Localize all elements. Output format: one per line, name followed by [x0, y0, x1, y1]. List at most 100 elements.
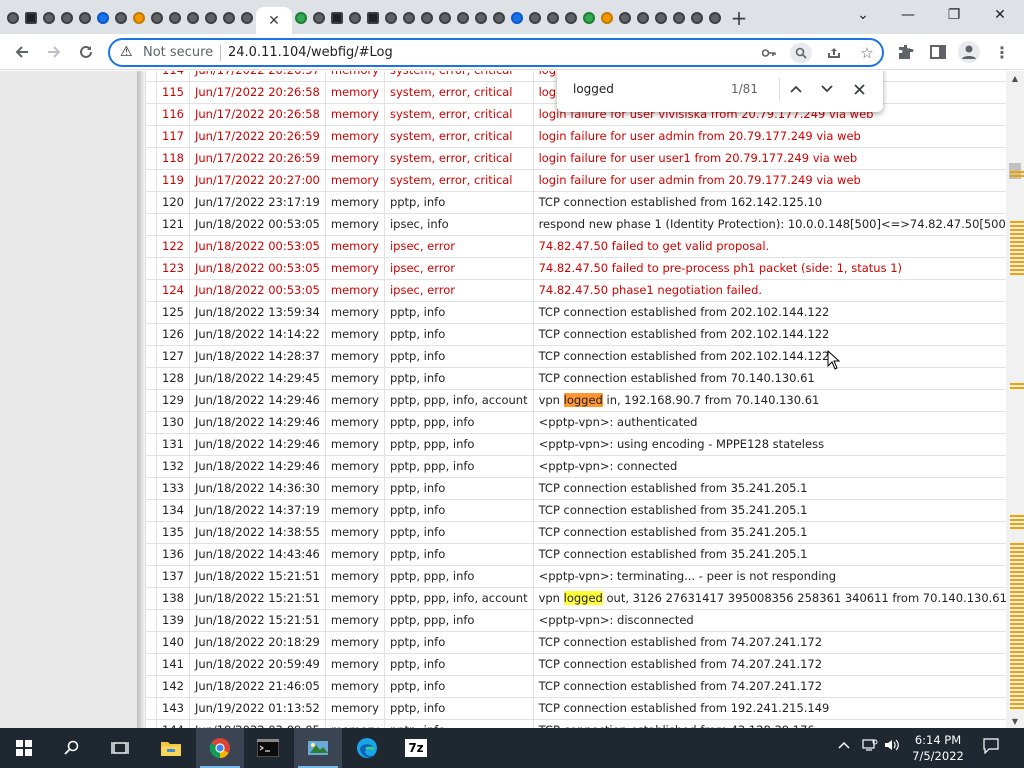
new-tab-button[interactable]: +: [724, 6, 754, 30]
vertical-scrollbar[interactable]: ▲ ▼: [1006, 71, 1024, 728]
tab-favicon[interactable]: [418, 6, 436, 30]
tab-favicon[interactable]: [40, 6, 58, 30]
tab-favicon[interactable]: [652, 6, 670, 30]
system-clock[interactable]: 6:14 PM 7/5/2022: [906, 732, 970, 764]
tab-favicon[interactable]: [202, 6, 220, 30]
tab-favicon[interactable]: [436, 6, 454, 30]
restore-button[interactable]: ❐: [931, 0, 977, 30]
log-row[interactable]: 136 Jun/18/2022 14:43:46 memory pptp, info T…: [145, 543, 1024, 566]
notifications-icon[interactable]: [983, 738, 999, 758]
tab-favicon[interactable]: [22, 6, 40, 30]
log-row[interactable]: 139 Jun/18/2022 15:21:51 memory pptp, ppp, …: [145, 609, 1024, 632]
tab-favicon[interactable]: [220, 6, 238, 30]
minimize-button[interactable]: —: [885, 0, 931, 30]
tab-favicon[interactable]: [706, 6, 724, 30]
log-row[interactable]: 122 Jun/18/2022 00:53:05 memory ipsec, erro…: [145, 235, 1024, 258]
find-input[interactable]: logged: [573, 82, 614, 96]
show-hidden-icons-chevron-icon[interactable]: [838, 738, 850, 753]
tab-favicon[interactable]: [184, 6, 202, 30]
tab-favicon[interactable]: [508, 6, 526, 30]
close-window-button[interactable]: ✕: [977, 0, 1023, 30]
tab-favicon[interactable]: [598, 6, 616, 30]
tab-favicon[interactable]: [472, 6, 490, 30]
tab-favicon[interactable]: [292, 6, 310, 30]
tab-favicon[interactable]: [58, 6, 76, 30]
scroll-down-arrow-icon[interactable]: ▼: [1006, 714, 1024, 728]
tab-favicon[interactable]: [364, 6, 382, 30]
share-icon[interactable]: [823, 43, 845, 63]
find-previous-button[interactable]: [785, 79, 807, 99]
chrome-taskbar-button[interactable]: [196, 728, 244, 768]
file-explorer-button[interactable]: [147, 728, 195, 768]
tab-favicon[interactable]: [454, 6, 472, 30]
tab-favicon[interactable]: [328, 6, 346, 30]
find-close-button[interactable]: [848, 79, 870, 99]
tab-favicon[interactable]: [310, 6, 328, 30]
log-row[interactable]: 119 Jun/17/2022 20:27:00 memory system, err…: [145, 169, 1024, 192]
start-button[interactable]: [0, 728, 48, 768]
terminal-button[interactable]: [244, 728, 292, 768]
url-text[interactable]: 24.0.11.104/webfig/#Log: [228, 45, 393, 60]
log-row[interactable]: 137 Jun/18/2022 15:21:51 memory pptp, ppp, …: [145, 565, 1024, 588]
volume-icon[interactable]: [884, 738, 900, 756]
tab-favicon[interactable]: [130, 6, 148, 30]
tab-favicon[interactable]: [112, 6, 130, 30]
log-row[interactable]: 121 Jun/18/2022 00:53:05 memory ipsec, info…: [145, 213, 1024, 236]
log-row[interactable]: 132 Jun/18/2022 14:29:46 memory pptp, ppp, …: [145, 455, 1024, 478]
log-row[interactable]: 127 Jun/18/2022 14:28:37 memory pptp, info T…: [145, 345, 1024, 368]
log-row[interactable]: 134 Jun/18/2022 14:37:19 memory pptp, info T…: [145, 499, 1024, 522]
tab-favicon[interactable]: [76, 6, 94, 30]
tab-favicon[interactable]: [94, 6, 112, 30]
extensions-icon[interactable]: [894, 41, 918, 63]
log-row[interactable]: 129 Jun/18/2022 14:29:46 memory pptp, ppp, …: [145, 389, 1024, 412]
find-next-button[interactable]: [816, 79, 838, 99]
log-row[interactable]: 144Jun/19/2022 03:09:05memorypptp, infoT…: [145, 719, 1024, 728]
log-row[interactable]: 140 Jun/18/2022 20:18:29 memory pptp, info T…: [145, 631, 1024, 654]
bookmark-star-icon[interactable]: ☆: [856, 43, 878, 63]
find-in-page-icon[interactable]: [790, 43, 812, 63]
log-row[interactable]: 135 Jun/18/2022 14:38:55 memory pptp, info T…: [145, 521, 1024, 544]
key-icon[interactable]: [758, 43, 780, 63]
log-row[interactable]: 123 Jun/18/2022 00:53:05 memory ipsec, erro…: [145, 257, 1024, 280]
network-status-icon[interactable]: [862, 738, 878, 756]
tab-favicon[interactable]: [670, 6, 688, 30]
tab-favicon[interactable]: [148, 6, 166, 30]
side-panel-icon[interactable]: [926, 41, 950, 63]
log-row[interactable]: 143 Jun/19/2022 01:13:52 memory pptp, info T…: [145, 697, 1024, 720]
log-row[interactable]: 126 Jun/18/2022 14:14:22 memory pptp, info T…: [145, 323, 1024, 346]
log-row[interactable]: 130 Jun/18/2022 14:29:46 memory pptp, ppp, …: [145, 411, 1024, 434]
log-row[interactable]: 131 Jun/18/2022 14:29:46 memory pptp, ppp, …: [145, 433, 1024, 456]
tab-favicon[interactable]: [526, 6, 544, 30]
search-button[interactable]: [48, 728, 96, 768]
tab-favicon[interactable]: [4, 6, 22, 30]
log-row[interactable]: 138 Jun/18/2022 15:21:51 memory pptp, ppp, …: [145, 587, 1024, 610]
tab-favicon[interactable]: [346, 6, 364, 30]
browser-menu-icon[interactable]: ⋮: [990, 41, 1014, 63]
tab-favicon[interactable]: [490, 6, 508, 30]
warning-icon[interactable]: ⚠: [120, 44, 133, 60]
back-button[interactable]: [8, 38, 36, 66]
address-bar[interactable]: ⚠ Not secure 24.0.11.104/webfig/#Log ☆: [108, 38, 884, 67]
network-tool-button[interactable]: [294, 728, 342, 768]
tab-favicon[interactable]: [616, 6, 634, 30]
log-row[interactable]: 118 Jun/17/2022 20:26:59 memory system, err…: [145, 147, 1024, 170]
tab-favicon[interactable]: [562, 6, 580, 30]
tab-favicon[interactable]: [238, 6, 256, 30]
tab-favicon[interactable]: [382, 6, 400, 30]
edge-button[interactable]: [343, 728, 391, 768]
reload-button[interactable]: [72, 38, 100, 66]
log-row[interactable]: 128 Jun/18/2022 14:29:45 memory pptp, info T…: [145, 367, 1024, 390]
tab-favicon[interactable]: [400, 6, 418, 30]
profile-button[interactable]: [957, 41, 981, 63]
log-row[interactable]: 125 Jun/18/2022 13:59:34 memory pptp, info T…: [145, 301, 1024, 324]
tab-favicon[interactable]: [580, 6, 598, 30]
security-status[interactable]: Not secure: [143, 45, 213, 60]
log-row[interactable]: 120 Jun/17/2022 23:17:19 memory pptp, info T…: [145, 191, 1024, 214]
forward-button[interactable]: [40, 38, 68, 66]
active-tab-close-button[interactable]: ✕: [256, 7, 292, 35]
log-row[interactable]: 142 Jun/18/2022 21:46:05 memory pptp, info T…: [145, 675, 1024, 698]
tab-favicon[interactable]: [634, 6, 652, 30]
7zip-button[interactable]: 7z: [392, 728, 440, 768]
log-row[interactable]: 141 Jun/18/2022 20:59:49 memory pptp, info T…: [145, 653, 1024, 676]
tab-search-button[interactable]: ⌄: [840, 0, 886, 30]
